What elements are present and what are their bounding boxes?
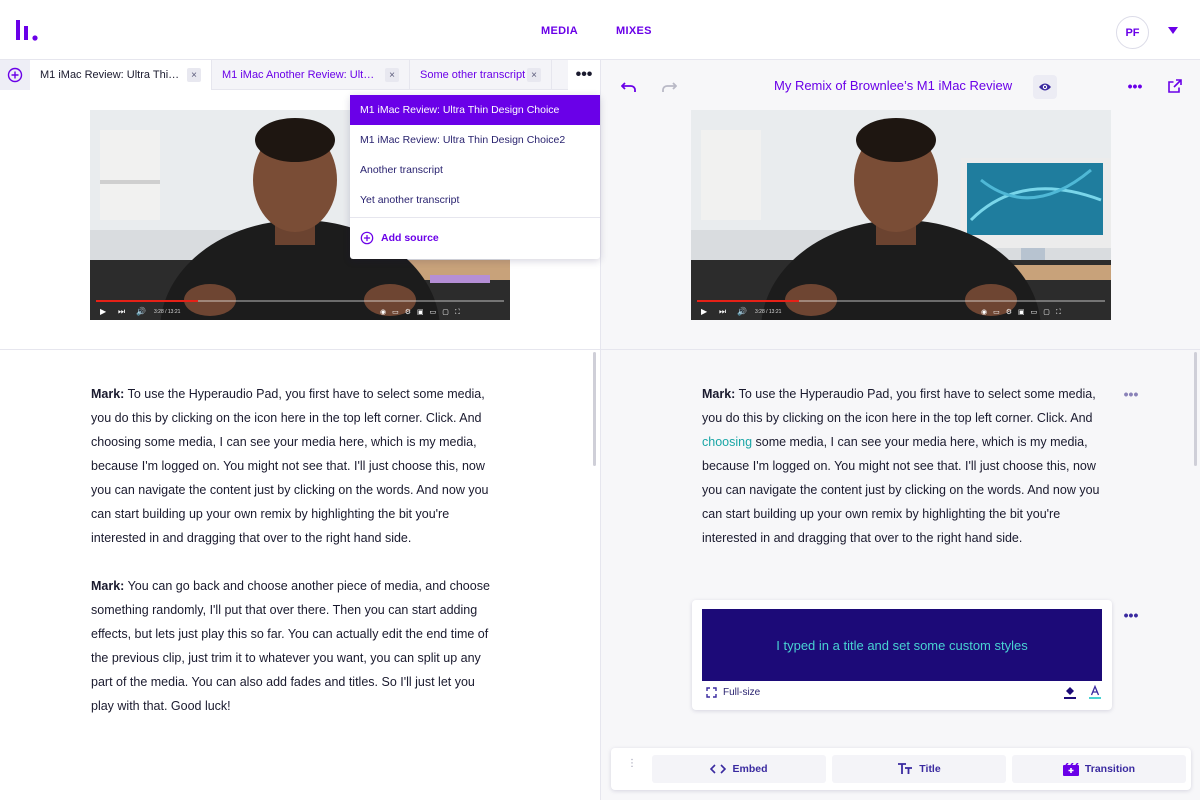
next-icon[interactable]: ⏭ <box>118 307 125 317</box>
undo-icon <box>621 82 636 92</box>
dropdown-item[interactable]: Another transcript <box>350 155 600 185</box>
add-source-label: Add source <box>381 232 439 244</box>
add-source-menu-item[interactable]: Add source <box>360 231 439 245</box>
video-progress-track[interactable] <box>96 300 504 302</box>
highlighted-word[interactable]: choosing <box>702 435 752 449</box>
video-timecode: 3:28 / 13:21 <box>755 309 782 315</box>
dropdown-divider <box>350 217 600 218</box>
next-icon[interactable]: ⏭ <box>719 307 726 317</box>
fullscreen-icon <box>706 687 717 698</box>
top-bar: MEDIA MIXES PF <box>0 0 1200 60</box>
transcript-text[interactable]: You can go back and choose another piece… <box>91 579 490 713</box>
volume-icon[interactable]: 🔊 <box>136 307 146 316</box>
remix-pane: My Remix of Brownlee’s M1 iMac Review ••… <box>600 60 1200 800</box>
speaker-label: Mark: <box>702 387 736 401</box>
undo-button[interactable] <box>619 78 639 96</box>
video-frame <box>691 110 1111 320</box>
user-avatar[interactable]: PF <box>1116 16 1149 49</box>
paragraph-more-button[interactable]: ••• <box>1121 384 1141 404</box>
pane-divider <box>601 349 1200 350</box>
hyperaudio-logo[interactable] <box>16 20 40 42</box>
embed-label: Embed <box>732 763 768 775</box>
dropdown-item[interactable]: M1 iMac Review: Ultra Thin Design Choice <box>350 95 600 125</box>
transcript-paragraph[interactable]: Mark: To use the Hyperaudio Pad, you fir… <box>702 382 1107 550</box>
nav-mixes-link[interactable]: MIXES <box>616 25 652 37</box>
redo-button[interactable] <box>659 78 679 96</box>
tab-label: M1 iMac Review: Ultra Thin Design Choice <box>40 69 180 81</box>
speaker-label: Mark: <box>91 579 125 593</box>
speaker-label: Mark: <box>91 387 125 401</box>
nav-media-link[interactable]: MEDIA <box>541 25 578 37</box>
video-progress-fill <box>697 300 799 302</box>
title-label: Title <box>919 763 941 775</box>
add-source-button[interactable] <box>0 60 30 90</box>
dropdown-item[interactable]: Yet another transcript <box>350 185 600 215</box>
video-timecode: 3:28 / 13:21 <box>154 309 181 315</box>
redo-icon <box>662 82 677 92</box>
remix-more-button[interactable]: ••• <box>1125 76 1145 96</box>
source-dropdown-menu: M1 iMac Review: Ultra Thin Design Choice… <box>350 95 600 259</box>
play-icon[interactable]: ▶ <box>100 307 106 316</box>
share-button[interactable] <box>1165 76 1185 96</box>
plus-circle-icon <box>360 231 374 245</box>
close-tab-icon[interactable]: × <box>527 68 541 82</box>
close-tab-icon[interactable]: × <box>385 68 399 82</box>
transcript-text[interactable]: To use the Hyperaudio Pad, you first hav… <box>702 387 1096 425</box>
tab-source-3[interactable]: Some other transcript × <box>410 60 552 90</box>
source-transcript[interactable]: Mark: To use the Hyperaudio Pad, you fir… <box>91 382 496 742</box>
account-menu-caret-icon[interactable] <box>1168 27 1178 34</box>
text-color-icon <box>1089 685 1101 699</box>
title-preview[interactable]: I typed in a title and set some custom s… <box>702 609 1102 681</box>
close-tab-icon[interactable]: × <box>187 68 201 82</box>
eye-icon <box>1039 83 1051 91</box>
drag-handle-icon[interactable]: ⋮ <box>627 759 637 769</box>
background-color-button[interactable] <box>1062 684 1078 700</box>
video-progress-track[interactable] <box>697 300 1105 302</box>
tab-label: Some other transcript <box>420 69 526 81</box>
title-block-more-button[interactable]: ••• <box>1121 605 1141 625</box>
preview-toggle-button[interactable] <box>1033 75 1057 99</box>
transition-icon <box>1062 762 1079 776</box>
tab-label: M1 iMac Another Review: Ultra Thin Desig… <box>222 69 377 81</box>
tab-source-1[interactable]: M1 iMac Review: Ultra Thin Design Choice… <box>30 60 212 90</box>
full-size-toggle[interactable]: Full-size <box>706 687 760 698</box>
remix-transcript[interactable]: Mark: To use the Hyperaudio Pad, you fir… <box>702 382 1107 574</box>
remix-scrollbar[interactable] <box>1194 352 1197 466</box>
transcript-paragraph[interactable]: Mark: To use the Hyperaudio Pad, you fir… <box>91 382 496 550</box>
more-tabs-button[interactable]: ••• <box>568 60 600 90</box>
transcript-text[interactable]: some media, I can see your media here, w… <box>702 435 1099 545</box>
source-tab-bar: M1 iMac Review: Ultra Thin Design Choice… <box>0 60 600 90</box>
source-scrollbar[interactable] <box>593 352 596 466</box>
code-icon <box>710 764 727 774</box>
full-size-label: Full-size <box>723 687 761 698</box>
video-controls-icons[interactable]: ◉▭⚙▣▭▢⛶ <box>981 308 1067 317</box>
remix-toolbar: ⋮ Embed Title Transition <box>611 748 1191 790</box>
transcript-text[interactable]: To use the Hyperaudio Pad, you first hav… <box>91 387 488 545</box>
remix-title[interactable]: My Remix of Brownlee’s M1 iMac Review <box>774 78 1012 93</box>
plus-circle-icon <box>7 67 23 83</box>
embed-button[interactable]: Embed <box>652 755 826 783</box>
remix-video-player[interactable]: ▶ ⏭ 🔊 3:28 / 13:21 ◉▭⚙▣▭▢⛶ <box>691 110 1111 320</box>
tab-source-2[interactable]: M1 iMac Another Review: Ultra Thin Desig… <box>212 60 410 90</box>
transition-label: Transition <box>1084 763 1136 775</box>
video-controls-icons[interactable]: ◉▭⚙▣▭▢⛶ <box>380 308 466 317</box>
add-title-button[interactable]: Title <box>832 755 1006 783</box>
paint-bucket-icon <box>1064 687 1076 699</box>
video-progress-fill <box>96 300 198 302</box>
volume-icon[interactable]: 🔊 <box>737 307 747 316</box>
transcript-paragraph[interactable]: Mark: You can go back and choose another… <box>91 574 496 718</box>
share-icon <box>1168 79 1182 93</box>
title-block[interactable]: I typed in a title and set some custom s… <box>692 600 1112 710</box>
pane-divider <box>0 349 600 350</box>
play-icon[interactable]: ▶ <box>701 307 707 316</box>
dropdown-item[interactable]: M1 iMac Review: Ultra Thin Design Choice… <box>350 125 600 155</box>
text-size-icon <box>898 763 913 774</box>
text-color-button[interactable] <box>1087 684 1103 700</box>
add-transition-button[interactable]: Transition <box>1012 755 1186 783</box>
